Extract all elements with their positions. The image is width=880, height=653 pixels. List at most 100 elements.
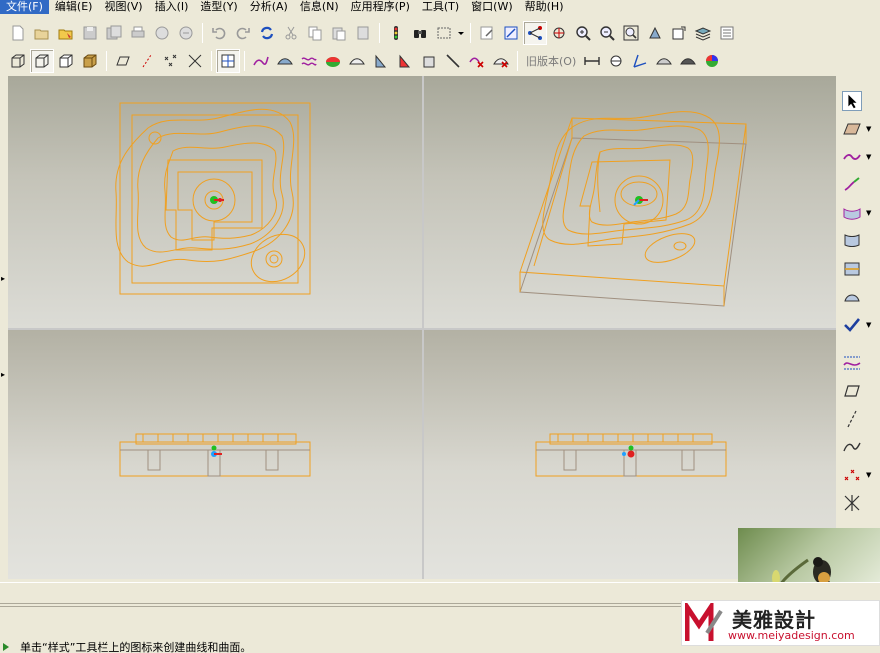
delete-analysis-tool[interactable] <box>465 49 489 73</box>
datum-point-tool-button[interactable]: ▼ <box>838 462 880 488</box>
menu-view[interactable]: 视图(V) <box>98 0 148 14</box>
menu-help[interactable]: 帮助(H) <box>519 0 570 14</box>
undo-button[interactable] <box>207 21 231 45</box>
edit-curve-button[interactable] <box>838 172 880 198</box>
datum-axes-toggle[interactable] <box>135 49 159 73</box>
curvature-analysis-tool[interactable] <box>321 49 345 73</box>
menu-applications[interactable]: 应用程序(P) <box>345 0 416 14</box>
datum-curve-tool-button[interactable] <box>838 434 880 460</box>
viewport-front-view[interactable] <box>8 330 422 579</box>
menu-tools[interactable]: 工具(T) <box>416 0 465 14</box>
diameter-tool[interactable] <box>676 49 700 73</box>
area-tool[interactable] <box>652 49 676 73</box>
datum-point-display-button[interactable] <box>523 21 547 45</box>
section-analysis-tool[interactable] <box>345 49 369 73</box>
trim-surface-icon <box>844 262 860 276</box>
expand-arrow-icon[interactable]: ▸ <box>1 274 5 283</box>
color-analysis-icon <box>706 55 719 67</box>
zoom-out-button[interactable] <box>595 21 619 45</box>
surface-icon <box>843 208 861 220</box>
distance-tool[interactable] <box>580 49 604 73</box>
shading-button[interactable] <box>78 49 102 73</box>
open-file-button[interactable] <box>30 21 54 45</box>
redo-button[interactable] <box>231 21 255 45</box>
find-button[interactable] <box>408 21 432 45</box>
edit-sketch-button[interactable] <box>475 21 499 45</box>
refit-button[interactable] <box>619 21 643 45</box>
old-version-button[interactable]: 旧版本(O) <box>522 53 580 69</box>
set-working-dir-button[interactable] <box>54 21 78 45</box>
csys-tool-button[interactable] <box>838 490 880 516</box>
zoom-in-button[interactable] <box>571 21 595 45</box>
done-button[interactable]: ▼ <box>838 312 880 338</box>
saved-views-button[interactable] <box>667 21 691 45</box>
menu-info[interactable]: 信息(N) <box>294 0 345 14</box>
send-link-button[interactable] <box>174 21 198 45</box>
no-hidden-button[interactable] <box>54 49 78 73</box>
select-tool-button[interactable] <box>838 88 880 114</box>
view-manager-button[interactable] <box>715 21 739 45</box>
dropdown-arrow-icon[interactable]: ▼ <box>866 321 871 329</box>
slope-analysis-tool[interactable] <box>417 49 441 73</box>
datum-plane-tool-button[interactable] <box>838 378 880 404</box>
status-bar: 单击“样式”工具栏上的图标来创建曲线和曲面。 <box>0 640 880 653</box>
new-file-button[interactable] <box>6 21 30 45</box>
dropdown-arrow-icon[interactable]: ▼ <box>866 471 871 479</box>
curve-analysis-tool[interactable] <box>297 49 321 73</box>
selection-dropdown[interactable] <box>456 21 466 45</box>
offset-analysis-tool[interactable] <box>441 49 465 73</box>
style-curve-tool[interactable] <box>249 49 273 73</box>
datum-points-toggle[interactable] <box>159 49 183 73</box>
send-mail-button[interactable] <box>150 21 174 45</box>
hidden-line-button[interactable] <box>30 49 54 73</box>
save-button[interactable] <box>78 21 102 45</box>
menu-edit[interactable]: 编辑(E) <box>49 0 99 14</box>
paste-button[interactable] <box>327 21 351 45</box>
cut-button[interactable] <box>279 21 303 45</box>
left-sash[interactable]: ▸ ▸ <box>0 76 8 579</box>
paste-special-button[interactable] <box>351 21 375 45</box>
save-copy-button[interactable] <box>102 21 126 45</box>
dropdown-arrow-icon[interactable]: ▼ <box>866 125 871 133</box>
print-button[interactable] <box>126 21 150 45</box>
menu-insert[interactable]: 插入(I) <box>149 0 195 14</box>
color-analysis-tool[interactable] <box>700 49 724 73</box>
menu-file[interactable]: 文件(F) <box>0 0 49 14</box>
layers-button[interactable] <box>691 21 715 45</box>
draft-analysis-tool[interactable] <box>393 49 417 73</box>
angle-tool[interactable] <box>628 49 652 73</box>
reorient-button[interactable] <box>643 21 667 45</box>
menu-window[interactable]: 窗口(W) <box>465 0 518 14</box>
delete-all-analysis-tool[interactable] <box>489 49 513 73</box>
active-plane-button[interactable]: ▼ <box>838 116 880 142</box>
wireframe-button[interactable] <box>6 49 30 73</box>
surface-from-boundaries-button[interactable]: ▼ <box>838 200 880 226</box>
expand-arrow-icon[interactable]: ▸ <box>1 370 5 379</box>
selection-box-button[interactable] <box>432 21 456 45</box>
connect-surface-button[interactable] <box>838 228 880 254</box>
datum-planes-toggle[interactable] <box>111 49 135 73</box>
datum-axis-tool-button[interactable] <box>838 406 880 432</box>
model-tree-button[interactable] <box>384 21 408 45</box>
dropdown-arrow-icon[interactable]: ▼ <box>866 153 871 161</box>
viewport-isometric-view[interactable] <box>424 76 836 328</box>
create-curve-button[interactable]: ▼ <box>838 144 880 170</box>
graphics-window[interactable] <box>8 76 836 579</box>
csys-toggle[interactable] <box>183 49 207 73</box>
grid-toggle[interactable] <box>216 49 240 73</box>
sketch-view-button[interactable] <box>499 21 523 45</box>
viewport-top-view[interactable] <box>8 76 422 328</box>
spin-center-button[interactable] <box>547 21 571 45</box>
length-tool[interactable] <box>604 49 628 73</box>
trim-surface-button[interactable] <box>838 256 880 282</box>
curve-on-surface-button[interactable] <box>838 350 880 376</box>
copy-button[interactable] <box>303 21 327 45</box>
reflection-analysis-tool[interactable] <box>369 49 393 73</box>
surface-tool[interactable] <box>273 49 297 73</box>
surface-edit-button[interactable] <box>838 284 880 310</box>
menu-modeling[interactable]: 造型(Y) <box>194 0 243 14</box>
dropdown-arrow-icon[interactable]: ▼ <box>866 209 871 217</box>
regenerate-button[interactable] <box>255 21 279 45</box>
menu-analysis[interactable]: 分析(A) <box>244 0 294 14</box>
traffic-light-icon <box>394 26 398 40</box>
